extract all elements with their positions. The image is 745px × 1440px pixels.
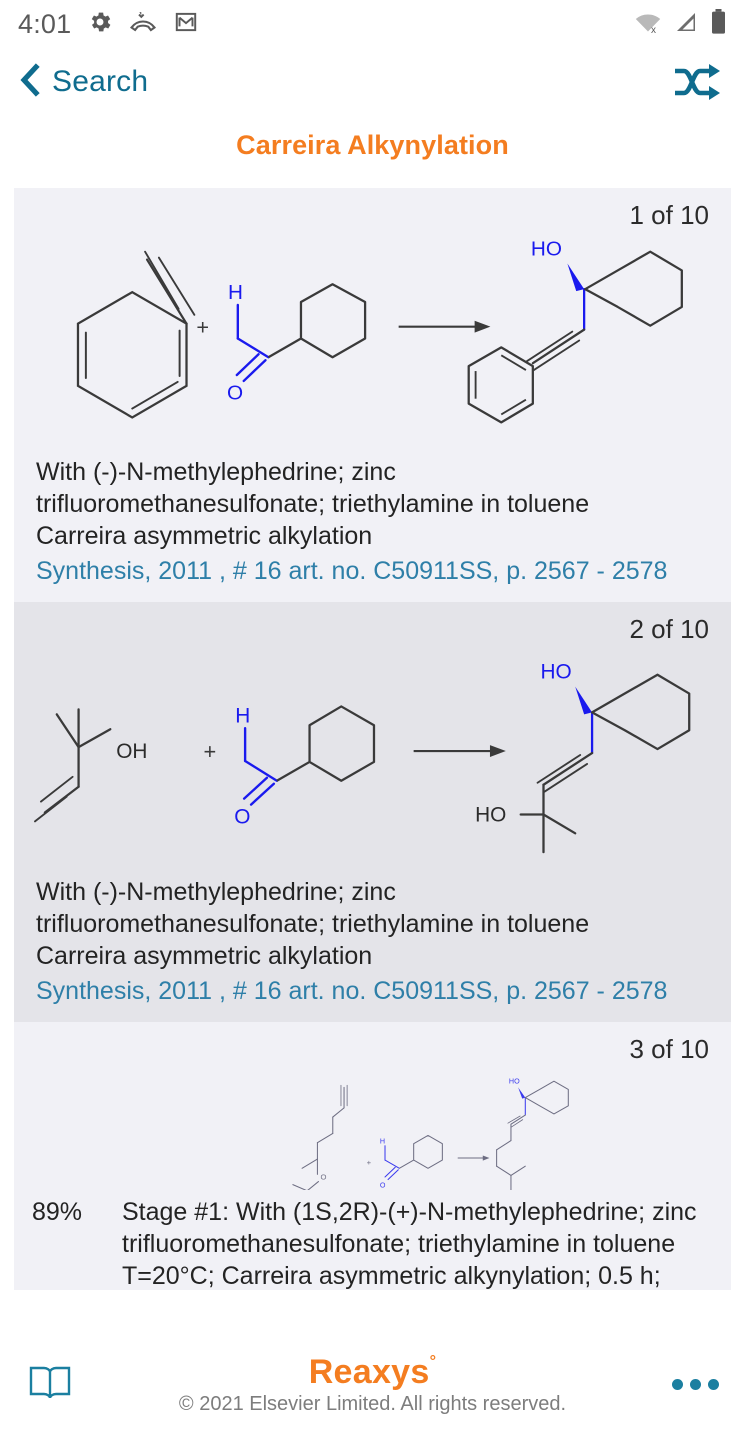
svg-text:HO: HO — [509, 1077, 520, 1085]
status-bar-left: 4:01 — [18, 9, 199, 40]
yield-value-3: 89% — [32, 1198, 83, 1226]
plus-sign-1: + — [196, 315, 209, 340]
bottom-toolbar: Reaxys° © 2021 Elsevier Limited. All rig… — [0, 1328, 745, 1440]
registered-mark: ° — [429, 1353, 437, 1371]
settings-gear-icon — [87, 9, 113, 40]
more-options-button[interactable] — [672, 1378, 719, 1390]
reaction-card-2[interactable]: 2 of 10 OH + H O HO HO With (-)-N-methyl… — [14, 602, 731, 1022]
battery-full-icon — [710, 8, 727, 41]
status-bar: 4:01 x — [0, 0, 745, 48]
product-hydroxyl-label-1: HO — [531, 238, 562, 261]
aldehyde-h-label-1: H — [228, 281, 243, 304]
reaction-scheme-3: O Si + — [292, 1077, 569, 1190]
reaction-card-1[interactable]: 1 of 10 + H O HO With (-)-N-methylephedr… — [14, 188, 731, 602]
svg-text:O: O — [380, 1182, 386, 1190]
reaction-conditions-2: With (-)-N-methylephedrine; zinc trifluo… — [36, 878, 590, 970]
product-hydroxyl-label-2: HO — [541, 661, 572, 684]
product-oh-label-2: HO — [475, 803, 506, 826]
svg-text:+: + — [367, 1158, 372, 1167]
wifi-off-icon: x — [634, 9, 664, 40]
status-bar-right: x — [634, 8, 727, 41]
reactant-oh-label-2: OH — [116, 740, 147, 763]
open-book-icon — [26, 1360, 74, 1409]
back-button-label: Search — [52, 65, 149, 98]
copyright-text: © 2021 Elsevier Limited. All rights rese… — [178, 1392, 567, 1415]
svg-text:O: O — [320, 1173, 326, 1182]
shuffle-icon[interactable] — [671, 60, 723, 104]
plus-sign-2: + — [203, 739, 216, 764]
reaction-results-list[interactable]: 1 of 10 + H O HO With (-)-N-methylephedr… — [0, 188, 745, 1290]
result-counter-1: 1 of 10 — [629, 200, 709, 230]
back-to-search-button[interactable]: Search — [18, 62, 148, 103]
status-clock: 4:01 — [18, 8, 72, 39]
reaction-conditions-1: With (-)-N-methylephedrine; zinc trifluo… — [36, 458, 590, 550]
aldehyde-o-label-1: O — [227, 382, 243, 405]
chevron-left-icon — [18, 62, 42, 103]
cell-signal-icon — [674, 9, 700, 40]
svg-text:H: H — [380, 1138, 385, 1146]
brand-block: Reaxys° © 2021 Elsevier Limited. All rig… — [0, 1353, 745, 1416]
reaction-conditions-3: 89% Stage #1: With (1S,2R)-(+)-N-methyle… — [14, 1190, 731, 1290]
reaction-card-3[interactable]: 3 of 10 O + H O HO 89% Stage #1: With (1… — [14, 1022, 731, 1290]
more-horizontal-icon — [672, 1378, 719, 1390]
page-title: Carreira Alkynylation — [236, 130, 509, 160]
reaxys-logo: Reaxys° — [308, 1352, 437, 1391]
reaction-scheme-1: + H O HO — [76, 238, 683, 424]
library-button[interactable] — [26, 1360, 74, 1409]
result-counter-3: 3 of 10 — [629, 1034, 709, 1064]
result-counter-2: 2 of 10 — [629, 614, 709, 644]
reaction-citation-1[interactable]: Synthesis, 2011 , # 16 art. no. C50911SS… — [14, 552, 731, 590]
navigation-bar: Search — [0, 48, 745, 116]
aldehyde-h-label-2: H — [235, 704, 250, 727]
svg-text:Si: Si — [302, 1188, 309, 1190]
aldehyde-o-label-2: O — [234, 805, 250, 828]
reaction-scheme-2: OH + H O HO HO — [34, 661, 691, 854]
missed-call-icon — [129, 9, 157, 40]
gmail-icon — [173, 9, 199, 40]
reaction-citation-2[interactable]: Synthesis, 2011 , # 16 art. no. C50911SS… — [14, 972, 731, 1010]
svg-text:x: x — [651, 25, 656, 35]
